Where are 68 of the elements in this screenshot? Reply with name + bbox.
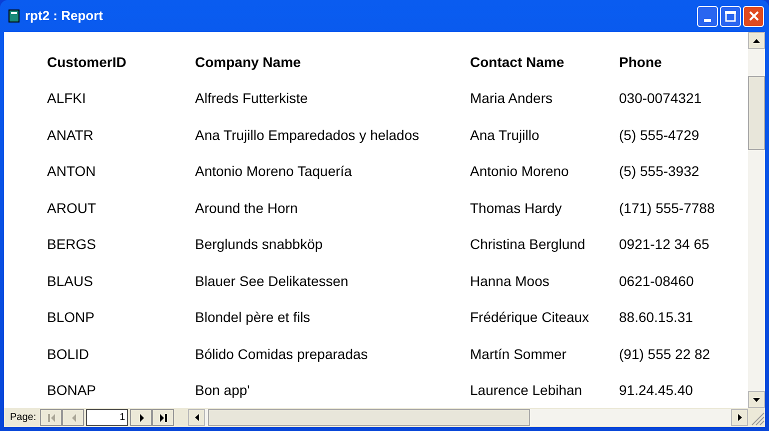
table-cell-text: (5) 555-4729 bbox=[619, 126, 700, 145]
page-number-field[interactable]: 1 bbox=[86, 409, 128, 426]
table-cell-text: Christina Berglund bbox=[470, 235, 586, 254]
first-arrow-icon bbox=[48, 414, 55, 422]
table-cell-text: ANATR bbox=[47, 126, 94, 145]
table-cell-text: Blondel père et fils bbox=[195, 308, 312, 328]
table-cell-text: 88.60.15.31 bbox=[619, 308, 694, 328]
table-cell-text: Frédérique Citeaux bbox=[470, 308, 590, 328]
table-cell-text: BLAUS bbox=[47, 272, 94, 291]
horizontal-scrollbar[interactable] bbox=[188, 409, 748, 426]
table-cell-text: Bólido Comidas preparadas bbox=[195, 344, 369, 364]
table-cell-text: (5) 555-3932 bbox=[619, 162, 700, 182]
prev-arrow-icon bbox=[70, 414, 77, 422]
table-cell-text: Martín Sommer bbox=[470, 344, 568, 364]
table-cell-text: BONAP bbox=[47, 381, 98, 400]
scroll-thumb[interactable] bbox=[748, 76, 765, 150]
table-cell-text: 91.24.45.40 bbox=[619, 381, 694, 400]
last-page-button[interactable] bbox=[152, 409, 174, 426]
table-cell-text: ANTON bbox=[47, 162, 97, 182]
vertical-scrollbar[interactable] bbox=[748, 32, 765, 408]
close-button[interactable] bbox=[743, 6, 764, 26]
window-title: rpt2 : Report bbox=[25, 7, 103, 26]
column-header: Company Name bbox=[195, 52, 302, 72]
table-cell-text: Antonio Moreno bbox=[470, 162, 570, 182]
column-header: CustomerID bbox=[47, 52, 128, 72]
column-header: Phone bbox=[619, 52, 663, 72]
table-cell-text: Antonio Moreno Taquería bbox=[195, 162, 353, 182]
table-cell-text: BLONP bbox=[47, 308, 96, 328]
maximize-button[interactable] bbox=[720, 6, 741, 26]
table-cell-text: Berglunds snabbköp bbox=[195, 235, 324, 254]
scroll-thumb[interactable] bbox=[208, 409, 530, 426]
table-cell-text: Laurence Lebihan bbox=[470, 381, 584, 400]
scroll-left-button[interactable] bbox=[188, 409, 206, 426]
table-cell-text: (91) 555 22 82 bbox=[619, 344, 712, 364]
minimize-icon bbox=[704, 18, 711, 22]
table-cell-text: Around the Horn bbox=[195, 198, 299, 218]
table-cell-text: Blauer See Delikatessen bbox=[195, 272, 350, 291]
minimize-button[interactable] bbox=[697, 6, 718, 26]
table-cell-text: Ana Trujillo Emparedados y helados bbox=[195, 126, 420, 145]
column-header: Contact Name bbox=[470, 52, 566, 72]
close-icon bbox=[748, 11, 758, 21]
table-cell-text: BERGS bbox=[47, 235, 98, 254]
next-arrow-icon bbox=[138, 414, 145, 422]
table-cell-text: Alfreds Futterkiste bbox=[195, 89, 309, 108]
table-cell-text: (171) 555-7788 bbox=[619, 198, 716, 218]
left-arrow-icon bbox=[194, 414, 199, 421]
table-cell-text: BOLID bbox=[47, 344, 90, 364]
scroll-down-button[interactable] bbox=[748, 391, 765, 408]
right-arrow-icon bbox=[738, 414, 742, 421]
book-icon bbox=[8, 9, 20, 23]
table-cell-text: AROUT bbox=[47, 198, 97, 218]
table-cell-text: 0921-12 34 65 bbox=[619, 235, 710, 254]
up-arrow-icon bbox=[753, 38, 760, 42]
scroll-right-button[interactable] bbox=[731, 409, 748, 426]
table-cell-text: ALFKI bbox=[47, 89, 87, 108]
next-page-button[interactable] bbox=[130, 409, 152, 426]
table-cell-text: Hanna Moos bbox=[470, 272, 550, 291]
table-cell-text: Ana Trujillo bbox=[470, 126, 540, 145]
table-cell-text: 0621-08460 bbox=[619, 272, 695, 291]
table-cell-text: Thomas Hardy bbox=[470, 198, 563, 218]
table-cell-text: 030-0074321 bbox=[619, 89, 703, 108]
scroll-up-button[interactable] bbox=[748, 32, 765, 49]
table-cell-text: Maria Anders bbox=[470, 89, 554, 108]
down-arrow-icon bbox=[753, 398, 760, 402]
maximize-icon bbox=[725, 10, 736, 22]
page-label: Page: bbox=[10, 411, 36, 425]
table-cell-text: Bon app' bbox=[195, 381, 251, 400]
last-arrow-icon bbox=[160, 414, 167, 422]
